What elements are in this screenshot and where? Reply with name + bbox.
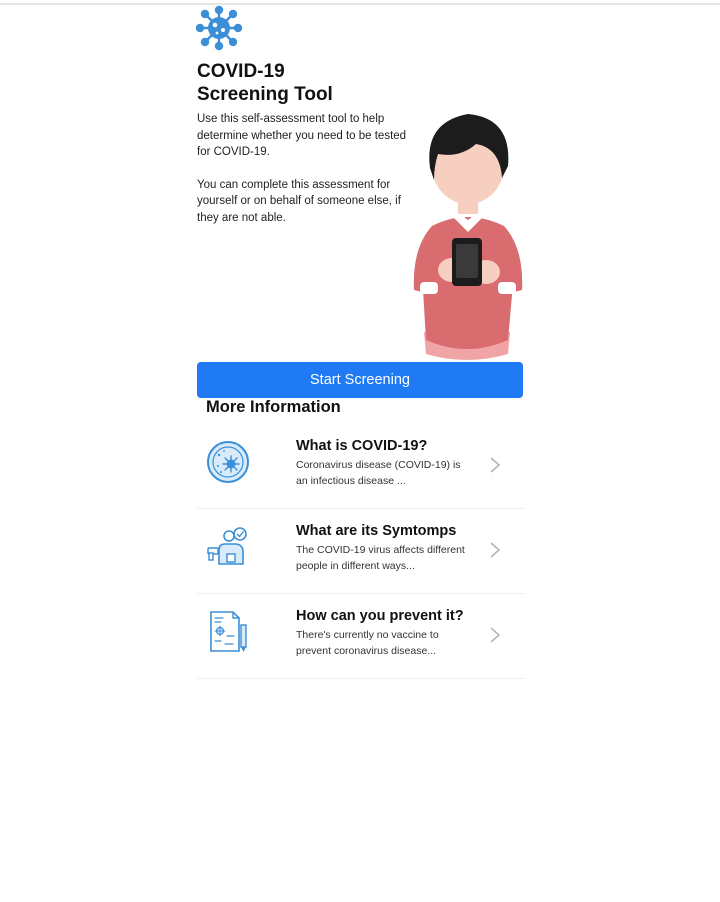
title-line-1: COVID-19 <box>197 61 285 82</box>
prevention-clipboard-icon <box>210 611 247 652</box>
list-item-prevention[interactable]: How can you prevent it? There's currentl… <box>197 594 524 679</box>
list-item-symptoms[interactable]: What are its Symtomps The COVID-19 virus… <box>197 509 524 594</box>
chevron-right-icon <box>490 542 501 558</box>
screening-home: COVID-19 Screening Tool Use this self-as… <box>195 0 524 902</box>
person-with-phone-illustration <box>413 114 523 360</box>
intro-paragraph-2: You can complete this assessment for you… <box>197 178 401 224</box>
item-title: What is COVID-19? <box>296 438 428 454</box>
item-title: How can you prevent it? <box>296 608 464 624</box>
page-title: COVID-19 Screening Tool <box>197 60 333 106</box>
title-line-2: Screening Tool <box>197 84 333 105</box>
virus-icon <box>195 5 243 51</box>
virus-petri-dish-icon <box>207 441 249 483</box>
symptoms-thermometer-icon <box>207 527 247 565</box>
chevron-right-icon <box>490 457 501 473</box>
item-description: The COVID-19 virus affects different peo… <box>296 544 465 572</box>
more-information-list: What is COVID-19? Coronavirus disease (C… <box>197 424 524 679</box>
more-information-heading: More Information <box>206 398 341 416</box>
start-screening-button[interactable]: Start Screening <box>197 362 523 398</box>
chevron-right-icon <box>490 627 501 643</box>
item-description: Coronavirus disease (COVID-19) is an inf… <box>296 459 461 487</box>
intro-text: Use this self-assessment tool to help de… <box>197 111 407 242</box>
intro-paragraph-1: Use this self-assessment tool to help de… <box>197 113 407 158</box>
item-title: What are its Symtomps <box>296 523 457 539</box>
item-description: There's currently no vaccine to prevent … <box>296 629 439 657</box>
list-item-what-is-covid[interactable]: What is COVID-19? Coronavirus disease (C… <box>197 424 524 509</box>
